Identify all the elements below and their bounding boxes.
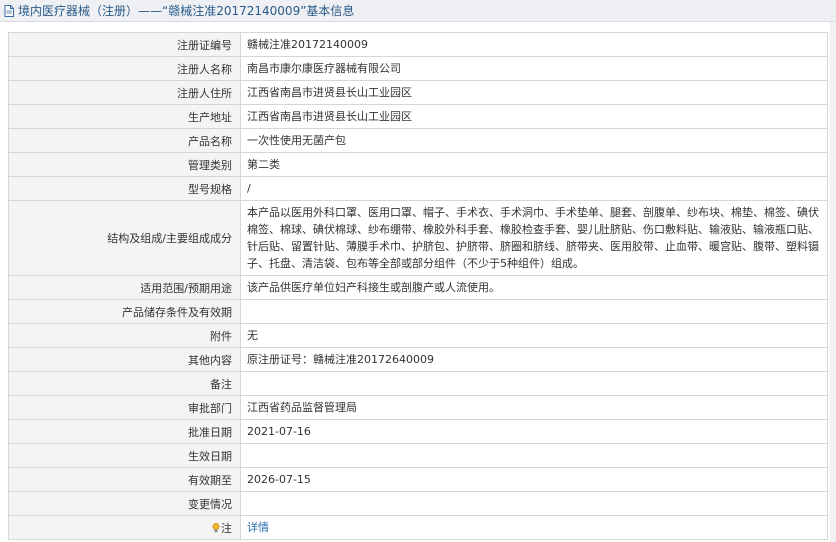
field-value <box>240 371 828 396</box>
table-row: 生效日期 <box>8 443 828 468</box>
field-value: 2026-07-15 <box>240 467 828 492</box>
field-label: 产品名称 <box>8 128 241 153</box>
document-icon <box>4 4 14 17</box>
field-label: 管理类别 <box>8 152 241 177</box>
field-label: 有效期至 <box>8 467 241 492</box>
table-row: 附件无 <box>8 323 828 348</box>
field-value: 无 <box>240 323 828 348</box>
table-row: 其他内容 原注册证号：赣械注准20172640009 <box>8 347 828 372</box>
field-label: 备注 <box>8 371 241 396</box>
field-value: 第二类 <box>240 152 828 177</box>
field-label: 型号规格 <box>8 176 241 201</box>
field-value <box>240 443 828 468</box>
table-row: 型号规格 / <box>8 176 828 201</box>
field-value: 江西省南昌市进贤县长山工业园区 <box>240 80 828 105</box>
field-label: 审批部门 <box>8 395 241 420</box>
field-value: 一次性使用无菌产包 <box>240 128 828 153</box>
field-value: 该产品供医疗单位妇产科接生或剖腹产或人流使用。 <box>240 275 828 300</box>
field-label: 适用范围/预期用途 <box>8 275 241 300</box>
field-value <box>240 299 828 324</box>
table-row: 有效期至 2026-07-15 <box>8 467 828 492</box>
lightbulb-icon <box>212 522 220 532</box>
scrollbar[interactable] <box>830 22 836 542</box>
field-value: 江西省南昌市进贤县长山工业园区 <box>240 104 828 129</box>
page-header: 境内医疗器械（注册）——“赣械注准20172140009”基本信息 <box>0 0 836 22</box>
table-row: 产品储存条件及有效期 <box>8 299 828 324</box>
field-label: 其他内容 <box>8 347 241 372</box>
field-label: 生效日期 <box>8 443 241 468</box>
note-label-cell: 注 <box>8 515 241 540</box>
field-label: 结构及组成/主要组成成分 <box>8 200 241 276</box>
field-label: 批准日期 <box>8 419 241 444</box>
field-value: 赣械注准20172140009 <box>240 32 828 57</box>
table-row: 结构及组成/主要组成成分 本产品以医用外科口罩、医用口罩、帽子、手术衣、手术洞巾、… <box>8 200 828 276</box>
field-label: 产品储存条件及有效期 <box>8 299 241 324</box>
table-row: 产品名称 一次性使用无菌产包 <box>8 128 828 153</box>
field-label: 附件 <box>8 323 241 348</box>
field-value: 原注册证号：赣械注准20172640009 <box>240 347 828 372</box>
field-value: 本产品以医用外科口罩、医用口罩、帽子、手术衣、手术洞巾、手术垫单、腿套、剖腹单、… <box>240 200 828 276</box>
table-row: 审批部门 江西省药品监督管理局 <box>8 395 828 420</box>
field-label: 注册人住所 <box>8 80 241 105</box>
field-label: 注册人名称 <box>8 56 241 81</box>
table-row: 适用范围/预期用途 该产品供医疗单位妇产科接生或剖腹产或人流使用。 <box>8 275 828 300</box>
details-link[interactable]: 详情 <box>247 521 269 534</box>
table-row: 注册证编号 赣械注准20172140009 <box>8 32 828 57</box>
table-row: 备注 <box>8 371 828 396</box>
note-label: 注 <box>221 521 232 535</box>
table-row: 生产地址 江西省南昌市进贤县长山工业园区 <box>8 104 828 129</box>
field-label: 变更情况 <box>8 491 241 516</box>
table-row: 注册人住所 江西省南昌市进贤县长山工业园区 <box>8 80 828 105</box>
table-row: 变更情况 <box>8 491 828 516</box>
table-row: 管理类别 第二类 <box>8 152 828 177</box>
field-value: / <box>240 176 828 201</box>
table-row: 批准日期 2021-07-16 <box>8 419 828 444</box>
field-value: 江西省药品监督管理局 <box>240 395 828 420</box>
page-title: 境内医疗器械（注册）——“赣械注准20172140009”基本信息 <box>18 4 355 18</box>
field-value: 2021-07-16 <box>240 419 828 444</box>
field-value: 南昌市康尔康医疗器械有限公司 <box>240 56 828 81</box>
info-table-container: 注册证编号 赣械注准20172140009 注册人名称 南昌市康尔康医疗器械有限公司… <box>8 32 828 540</box>
field-value <box>240 491 828 516</box>
table-row: 注 详情 <box>8 515 828 540</box>
info-table: 注册证编号 赣械注准20172140009 注册人名称 南昌市康尔康医疗器械有限公司… <box>8 32 828 540</box>
note-value: 详情 <box>240 515 828 540</box>
field-label: 注册证编号 <box>8 32 241 57</box>
table-row: 注册人名称 南昌市康尔康医疗器械有限公司 <box>8 56 828 81</box>
field-label: 生产地址 <box>8 104 241 129</box>
